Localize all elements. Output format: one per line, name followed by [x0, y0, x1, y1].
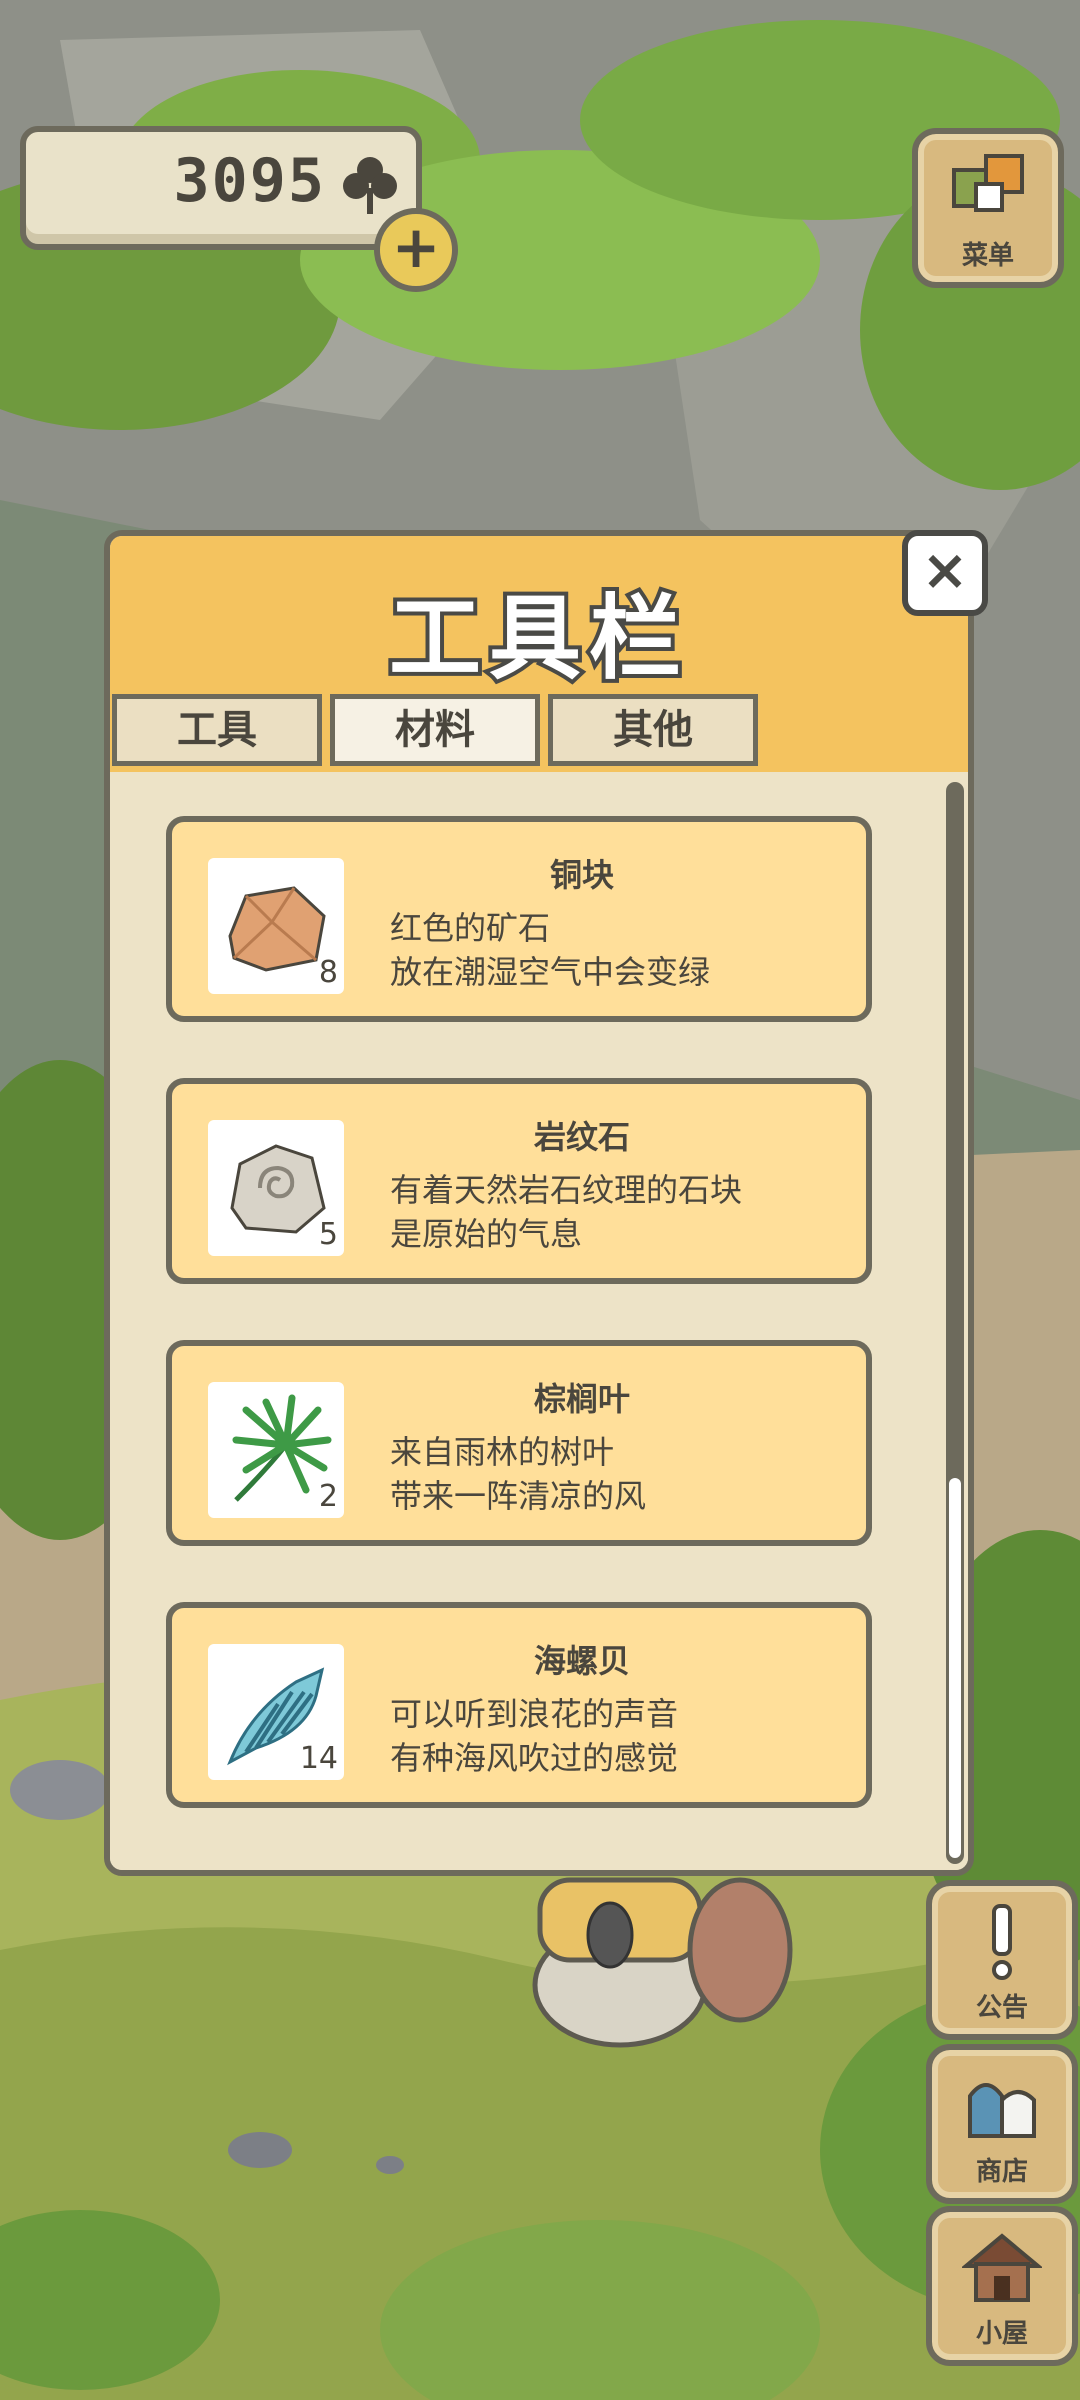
menu-button[interactable]: 菜单	[912, 128, 1064, 288]
tab-bar: 工具 材料 其他	[112, 694, 766, 772]
shop-button[interactable]: 商店	[926, 2044, 1078, 2204]
house-icon	[962, 2233, 1042, 2302]
item-name: 岩纹石	[533, 1118, 630, 1156]
exclamation-icon	[992, 1904, 1012, 1980]
item-desc-line1: 红色的矿石	[390, 909, 551, 947]
house-label: 小屋	[975, 2319, 1028, 2349]
menu-label: 菜单	[961, 241, 1014, 271]
panel-header: 工具栏 工具 材料 其他	[110, 536, 968, 772]
item-count: 2	[318, 1479, 338, 1514]
shop-bag-icon	[968, 2083, 1036, 2138]
item-thumbnail: 14	[208, 1644, 344, 1780]
item-desc-line2: 放在潮湿空气中会变绿	[390, 953, 711, 991]
list-item[interactable]: 8 铜块 红色的矿石 放在潮湿空气中会变绿	[166, 816, 872, 1022]
item-count: 14	[299, 1741, 338, 1776]
item-desc-line1: 有着天然岩石纹理的石块	[390, 1171, 743, 1209]
panel-title: 工具栏	[385, 581, 689, 696]
close-button[interactable]: ×	[902, 530, 988, 616]
scrollbar-thumb[interactable]	[949, 1478, 961, 1858]
inventory-panel: 工具栏 工具 材料 其他 × 8 铜块 红色的矿石 放在潮湿空气中会变绿 5 岩…	[104, 530, 988, 1876]
tab-tools[interactable]: 工具	[112, 694, 322, 766]
item-count: 5	[318, 1217, 338, 1252]
clover-icon	[343, 157, 397, 214]
notice-button[interactable]: 公告	[926, 1880, 1078, 2040]
tab-others[interactable]: 其他	[548, 694, 758, 766]
clover-counter: 3095	[20, 126, 422, 250]
tab-materials[interactable]: 材料	[330, 694, 540, 766]
menu-icon	[952, 154, 1024, 212]
item-description: 可以听到浪花的声音 有种海风吹过的感觉	[390, 1692, 678, 1780]
item-desc-line2: 有种海风吹过的感觉	[390, 1739, 679, 1777]
item-desc-line2: 带来一阵清凉的风	[390, 1477, 647, 1515]
add-clover-button[interactable]: +	[374, 208, 458, 292]
item-list[interactable]: 8 铜块 红色的矿石 放在潮湿空气中会变绿 5 岩纹石 有着天然岩石纹理的石块 …	[110, 776, 968, 1870]
item-description: 红色的矿石 放在潮湿空气中会变绿	[390, 906, 710, 994]
item-name: 海螺贝	[533, 1642, 630, 1680]
item-name: 铜块	[549, 856, 614, 894]
item-count: 8	[318, 955, 338, 990]
list-item[interactable]: 2 棕榈叶 来自雨林的树叶 带来一阵清凉的风	[166, 1340, 872, 1546]
shop-label: 商店	[975, 2157, 1028, 2187]
house-button[interactable]: 小屋	[926, 2206, 1078, 2366]
notice-label: 公告	[975, 1993, 1028, 2023]
list-item[interactable]: 14 海螺贝 可以听到浪花的声音 有种海风吹过的感觉	[166, 1602, 872, 1808]
item-name: 棕榈叶	[533, 1380, 630, 1418]
item-desc-line1: 来自雨林的树叶	[390, 1433, 615, 1471]
item-thumbnail: 5	[208, 1120, 344, 1256]
item-thumbnail: 2	[208, 1382, 344, 1518]
list-item[interactable]: 5 岩纹石 有着天然岩石纹理的石块 是原始的气息	[166, 1078, 872, 1284]
item-description: 来自雨林的树叶 带来一阵清凉的风	[390, 1430, 646, 1518]
item-desc-line2: 是原始的气息	[390, 1215, 583, 1253]
clover-amount: 3095	[173, 146, 326, 216]
item-desc-line1: 可以听到浪花的声音	[390, 1695, 679, 1733]
item-thumbnail: 8	[208, 858, 344, 994]
scrollbar[interactable]	[946, 782, 964, 1864]
item-description: 有着天然岩石纹理的石块 是原始的气息	[390, 1168, 742, 1256]
